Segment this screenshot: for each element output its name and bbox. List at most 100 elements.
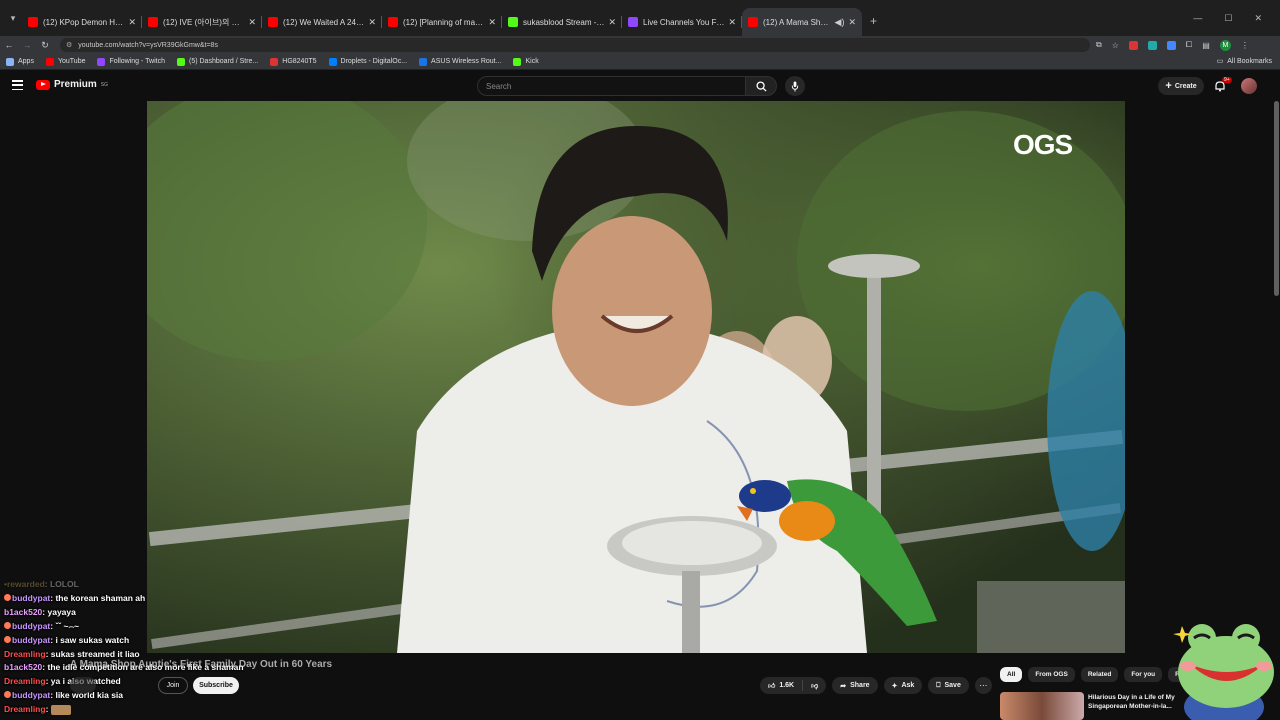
chat-username: Dreamling <box>4 704 46 715</box>
tab-title: Live Channels You Follow - Twi <box>643 17 724 27</box>
search-input[interactable]: Search <box>477 76 747 96</box>
bookmark-favicon-icon <box>270 57 279 66</box>
logo-country: SG <box>100 81 109 88</box>
bookmark-label: YouTube <box>57 58 86 65</box>
chat-text: yayaya <box>47 606 76 617</box>
hamburger-menu-icon[interactable] <box>12 80 23 90</box>
logo-text: Premium <box>54 79 97 90</box>
browser-tab[interactable]: (12) [Planning of many people ✕ <box>382 8 502 36</box>
video-player[interactable]: OGS <box>147 101 1125 653</box>
browser-tab[interactable]: Live Channels You Follow - Twi ✕ <box>622 8 742 36</box>
bookmark-item[interactable]: ASUS Wireless Rout... <box>419 57 501 66</box>
sub-badge-icon <box>4 691 11 699</box>
chat-username: b1ack520 <box>4 606 43 617</box>
tab-close-icon[interactable]: ✕ <box>128 17 136 28</box>
close-window-icon[interactable]: ✕ <box>1254 13 1262 24</box>
tab-title: (12) KPop Demon Hunters | Ho <box>43 17 124 27</box>
notification-badge: 9+ <box>1222 77 1232 83</box>
browser-tab[interactable]: (12) KPop Demon Hunters | Ho ✕ <box>22 8 142 36</box>
tab-close-icon[interactable]: ✕ <box>608 17 616 28</box>
bookmark-label: Kick <box>525 58 539 65</box>
like-button[interactable]: 👍︎ 1.6K <box>760 680 804 691</box>
tab-close-icon[interactable]: ✕ <box>488 17 496 28</box>
chat-username: Dreamling <box>4 676 46 687</box>
filter-chip[interactable]: All <box>1000 667 1023 682</box>
bookmark-star-icon[interactable]: ☆ <box>1112 41 1119 50</box>
cast-icon[interactable]: ⧉ <box>1096 40 1102 50</box>
maximize-icon[interactable]: ☐ <box>1224 13 1232 24</box>
subscribe-button[interactable]: Subscribe <box>193 677 239 694</box>
share-icon: ➦ <box>840 682 847 690</box>
browser-menu-icon[interactable]: ⋮ <box>1241 41 1249 50</box>
create-button[interactable]: + Create <box>1158 77 1204 95</box>
channel-avatar[interactable] <box>70 677 96 693</box>
tab-favicon-icon <box>628 17 638 27</box>
back-arrow-icon[interactable]: ← <box>0 40 18 50</box>
filter-chip[interactable]: Related <box>1080 667 1119 682</box>
recommended-video-thumbnail[interactable] <box>1000 692 1084 720</box>
browser-tab[interactable]: (12) A Mama Shop Auntie's ◀)✕ <box>742 8 862 36</box>
tab-close-icon[interactable]: ✕ <box>248 17 256 28</box>
bookmark-item[interactable]: YouTube <box>45 57 86 66</box>
tab-favicon-icon <box>268 17 278 27</box>
chat-text: LOLOL <box>49 579 79 589</box>
minimize-icon[interactable]: — <box>1193 13 1202 23</box>
sparkle-icon: ✦ <box>891 682 898 690</box>
tab-strip: (12) KPop Demon Hunters | Ho✕(12) IVE (아… <box>22 0 862 36</box>
voice-search-button[interactable] <box>785 76 805 96</box>
chat-username: Dreamling <box>4 648 46 659</box>
bookmarks-bar: Apps YouTube Following - Twitch (5) Dashboa… <box>0 54 1280 70</box>
bookmark-item[interactable]: Kick <box>513 57 539 66</box>
new-tab-button[interactable]: + <box>870 14 877 28</box>
profile-avatar[interactable]: M <box>1219 39 1231 51</box>
bookmark-item[interactable]: (5) Dashboard / Stre... <box>177 57 258 66</box>
join-button[interactable]: Join <box>158 677 188 694</box>
extension-red-icon[interactable] <box>1128 40 1138 50</box>
youtube-play-icon <box>36 79 50 90</box>
bookmark-favicon-icon <box>97 57 106 66</box>
bookmark-item[interactable]: Following - Twitch <box>97 57 165 66</box>
extension-toolbar: ⧉ ☆ ⧠ ▤ M ⋮ <box>1096 39 1249 51</box>
save-button[interactable]: ⎕ Save <box>928 677 969 694</box>
tab-close-icon[interactable]: ✕ <box>368 17 376 28</box>
folder-icon: ▭ <box>1216 58 1224 65</box>
account-avatar[interactable] <box>1241 78 1257 94</box>
search-button[interactable] <box>745 76 777 96</box>
youtube-premium-logo[interactable]: Premium SG <box>36 79 108 90</box>
reload-icon[interactable]: ↻ <box>36 40 54 51</box>
filter-chip[interactable]: From OGS <box>1028 667 1075 682</box>
extension-blue-icon[interactable] <box>1166 40 1176 50</box>
chat-username: buddypat <box>12 592 51 603</box>
url-input[interactable]: ⚙ youtube.com/watch?v=ysVR39GkGmw&t=8s <box>60 38 1090 52</box>
side-panel-icon[interactable]: ▤ <box>1202 41 1210 50</box>
forward-arrow-icon[interactable]: → <box>18 40 36 50</box>
filter-chip[interactable]: For you <box>1124 667 1163 682</box>
chat-text: ˇˇ ~⌢~ <box>55 620 79 631</box>
search-icon <box>755 80 767 92</box>
page-scrollbar[interactable] <box>1274 101 1279 296</box>
bookmark-item[interactable]: Apps <box>6 57 34 66</box>
extensions-puzzle-icon[interactable]: ⧠ <box>1186 40 1192 50</box>
tab-close-icon[interactable]: ✕ <box>848 17 856 28</box>
tab-search-chevron-down-icon[interactable]: ▾ <box>4 9 22 27</box>
more-actions-button[interactable]: ⋯ <box>974 677 992 694</box>
all-bookmarks-button[interactable]: ▭ All Bookmarks <box>1216 57 1272 66</box>
recommended-video-title[interactable]: Hilarious Day in a Life of My Singaporea… <box>1088 693 1180 711</box>
chat-username: buddypat <box>12 690 51 701</box>
chat-message: Dreamling: <box>4 703 324 717</box>
extension-teal-icon[interactable] <box>1147 40 1157 50</box>
browser-tab[interactable]: (12) IVE (아이브)의 킬링보이스 ✕ <box>142 8 262 36</box>
tab-audio-icon[interactable]: ◀) <box>835 17 845 28</box>
bookmark-favicon-icon <box>419 57 428 66</box>
share-button[interactable]: ➦ Share <box>832 677 878 694</box>
bookmark-item[interactable]: HG8240T5 <box>270 57 317 66</box>
browser-tab[interactable]: (12) We Waited A 24KM TRAIL ✕ <box>262 8 382 36</box>
ask-button[interactable]: ✦ Ask <box>883 677 923 694</box>
dislike-button[interactable]: 👎︎ <box>803 681 826 690</box>
site-info-icon[interactable]: ⚙ <box>66 41 72 49</box>
browser-tab[interactable]: sukasblood Stream - Watch Liv ✕ <box>502 8 622 36</box>
address-toolbar: ← → ↻ ⚙ youtube.com/watch?v=ysVR39GkGmw&… <box>0 36 1280 54</box>
bookmark-item[interactable]: Droplets - DigitalOc... <box>328 57 407 66</box>
tab-close-icon[interactable]: ✕ <box>728 17 736 28</box>
url-text: youtube.com/watch?v=ysVR39GkGmw&t=8s <box>78 41 218 49</box>
